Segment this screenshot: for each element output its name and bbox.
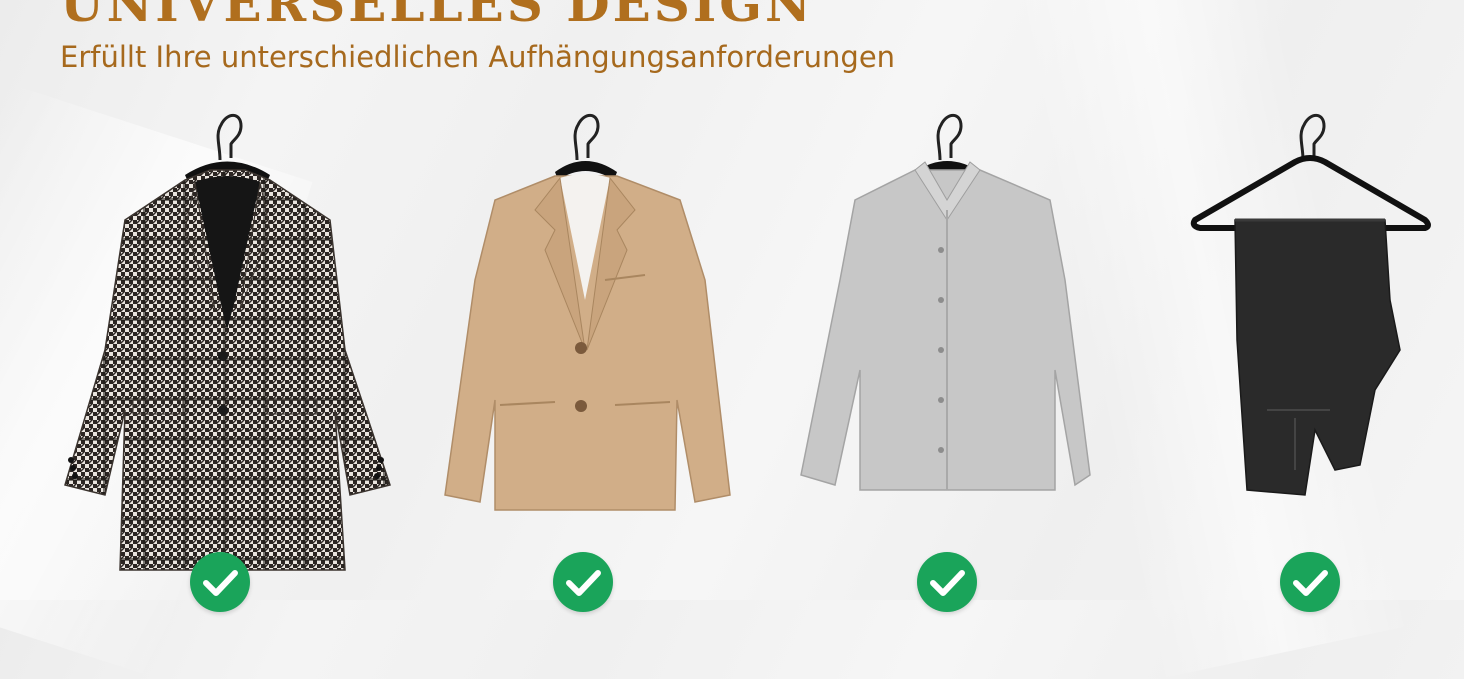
heading-subtitle: Erfüllt Ihre unterschiedlichen Aufhängun… — [60, 40, 896, 74]
check-badge — [553, 552, 613, 612]
check-icon — [203, 570, 238, 596]
garment-card-coat — [45, 100, 405, 612]
heading-title: UNIVERSELLES DESIGN — [60, 0, 814, 33]
garment-card-shirt — [765, 100, 1125, 612]
check-badge — [1280, 552, 1340, 612]
blazer-on-hanger-image — [444, 113, 731, 511]
coat-on-hanger-image — [64, 113, 391, 571]
check-icon — [1293, 570, 1328, 596]
trousers-on-hanger-image — [1190, 113, 1431, 496]
shirt-on-hanger-image — [800, 113, 1091, 491]
garment-card-blazer — [405, 100, 765, 612]
check-badge — [190, 552, 250, 612]
check-badge — [917, 552, 977, 612]
check-icon — [566, 570, 601, 596]
garment-card-trousers — [1125, 100, 1464, 612]
check-icon — [930, 570, 965, 596]
